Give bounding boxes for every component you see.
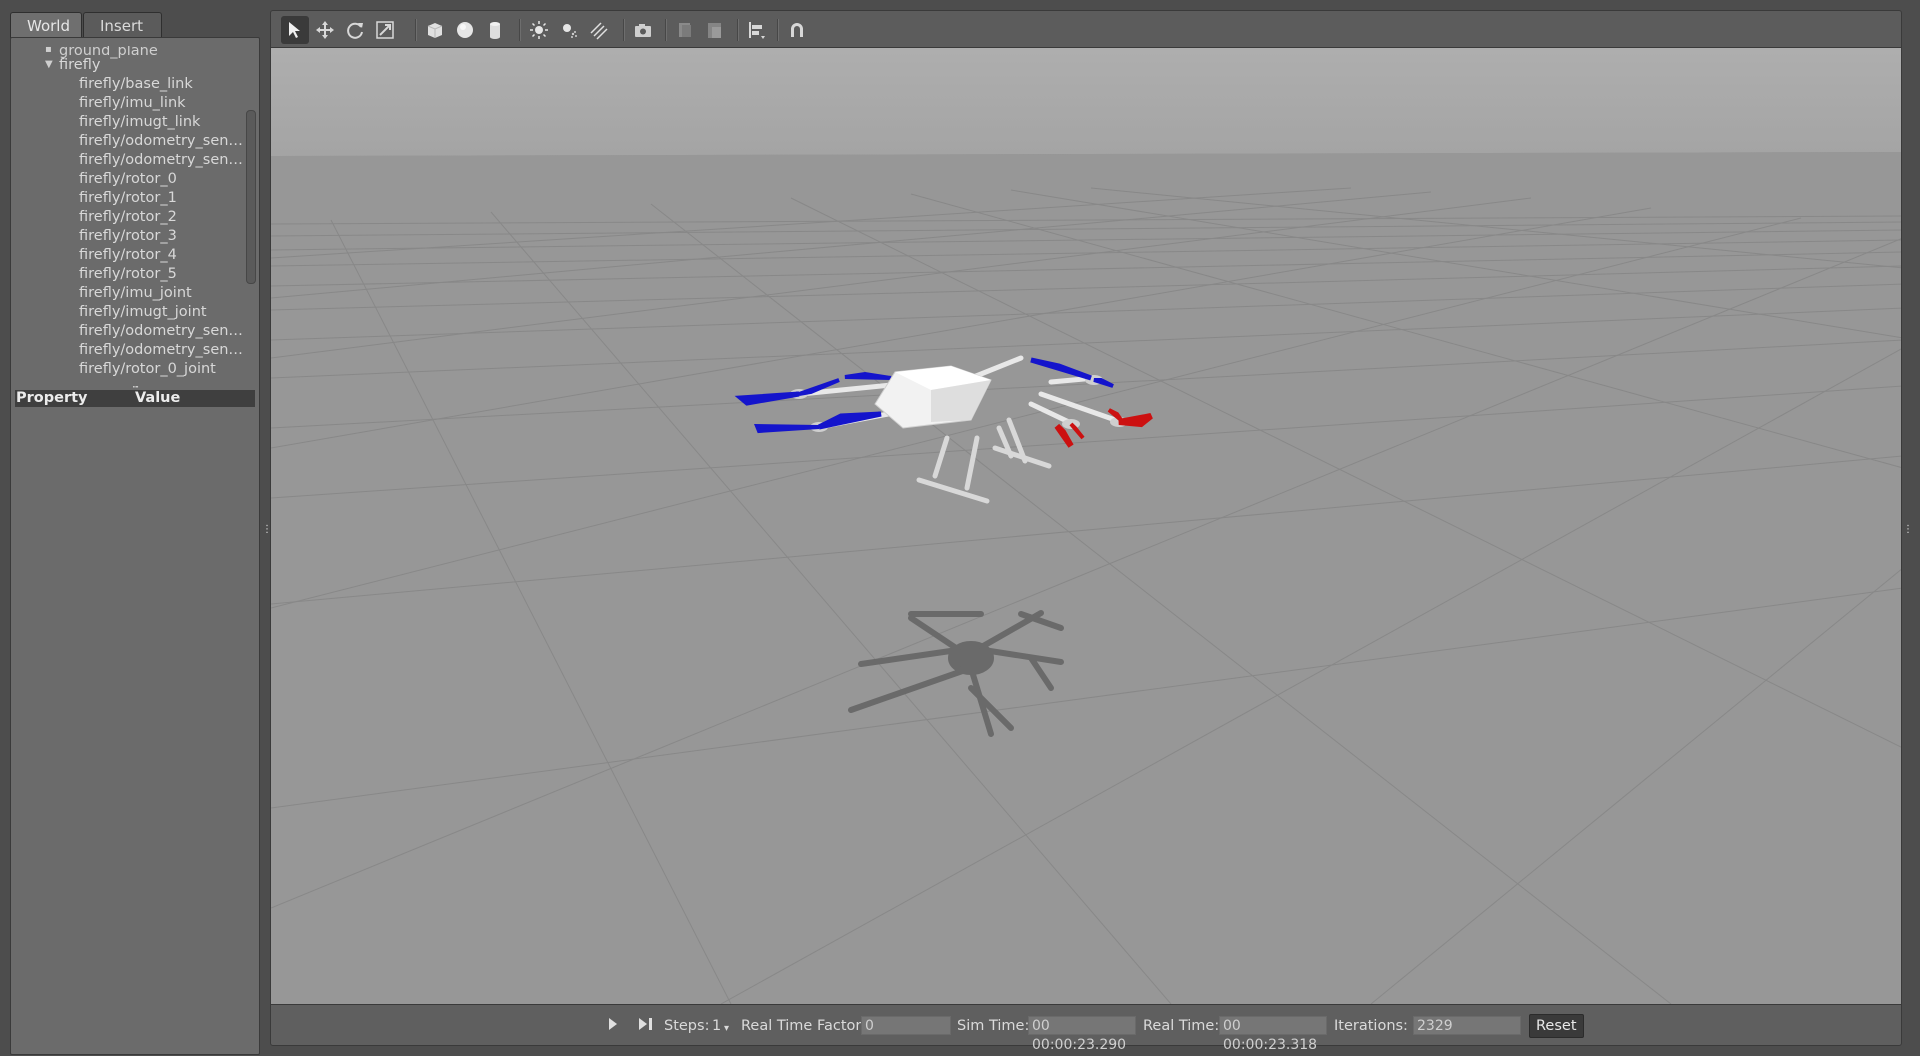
property-header: Property Value bbox=[15, 390, 255, 407]
iterations-label: Iterations: bbox=[1334, 1018, 1408, 1034]
iterations-field: 2329 bbox=[1413, 1016, 1521, 1035]
sim-time-label: Sim Time: bbox=[957, 1018, 1030, 1034]
tree-item[interactable]: firefly/rotor_4 bbox=[79, 246, 249, 265]
toolbar-separator bbox=[519, 19, 521, 41]
align-icon[interactable] bbox=[743, 16, 771, 44]
tree-item[interactable]: firefly/rotor_2 bbox=[79, 208, 249, 227]
left-panel: World Insert ground_plane ▪ ▼ firefly fi… bbox=[10, 10, 260, 1055]
real-time-label: Real Time: bbox=[1143, 1018, 1220, 1034]
copy-icon[interactable] bbox=[671, 16, 699, 44]
right-panel-grip-icon[interactable]: ⋮ bbox=[1903, 524, 1913, 535]
spot-light-icon[interactable] bbox=[555, 16, 583, 44]
3d-viewport[interactable] bbox=[270, 48, 1902, 1004]
magnet-icon[interactable] bbox=[783, 16, 811, 44]
tree-item[interactable]: firefly/rotor_5 bbox=[79, 265, 249, 284]
toolbar-separator bbox=[737, 19, 739, 41]
tree-item[interactable]: firefly/rotor_3 bbox=[79, 227, 249, 246]
box-icon[interactable] bbox=[421, 16, 449, 44]
tab-world[interactable]: World bbox=[10, 12, 82, 38]
collapse-arrow-icon[interactable]: ▪ bbox=[45, 46, 52, 55]
step-icon[interactable] bbox=[637, 1016, 655, 1036]
chevron-down-icon[interactable]: ▾ bbox=[724, 1019, 729, 1039]
cylinder-icon[interactable] bbox=[481, 16, 509, 44]
tree-item[interactable]: firefly/imu_link bbox=[79, 94, 249, 113]
value-column-header: Value bbox=[135, 390, 181, 406]
tree-item[interactable]: firefly/odometry_sen… bbox=[79, 341, 249, 360]
sim-time-field: 00 00:00:23.290 bbox=[1028, 1016, 1136, 1053]
tree-item[interactable]: firefly/odometry_sen… bbox=[79, 132, 249, 151]
rotate-icon[interactable] bbox=[341, 16, 369, 44]
tree-item[interactable]: firefly/rotor_0_joint bbox=[79, 360, 249, 379]
tree-item[interactable]: firefly/odometry_sen… bbox=[79, 151, 249, 170]
tree-item[interactable]: firefly/imu_joint bbox=[79, 284, 249, 303]
camera-icon[interactable] bbox=[629, 16, 657, 44]
paste-icon[interactable] bbox=[701, 16, 729, 44]
tree-scrollbar[interactable] bbox=[246, 110, 256, 284]
translate-icon[interactable] bbox=[311, 16, 339, 44]
tree-item[interactable]: firefly/rotor_0 bbox=[79, 170, 249, 189]
scene-render bbox=[271, 48, 1901, 1004]
toolbar-separator bbox=[665, 19, 667, 41]
tab-insert[interactable]: Insert bbox=[83, 12, 162, 38]
tree-item[interactable]: firefly/base_link bbox=[79, 75, 249, 94]
point-light-icon[interactable] bbox=[525, 16, 553, 44]
toolbar-separator bbox=[777, 19, 779, 41]
tree-item[interactable]: firefly/imugt_joint bbox=[79, 303, 249, 322]
tree-item[interactable]: firefly/imugt_link bbox=[79, 113, 249, 132]
status-bar: Steps: 1 ▾ Real Time Factor: 0 Sim Time:… bbox=[270, 1004, 1902, 1053]
directional-light-icon[interactable] bbox=[585, 16, 613, 44]
property-column-header: Property bbox=[16, 390, 88, 406]
steps-label: Steps: bbox=[664, 1018, 710, 1034]
model-tree: ground_plane ▪ ▼ firefly firefly/base_li… bbox=[11, 46, 251, 384]
real-time-field: 00 00:00:23.318 bbox=[1219, 1016, 1327, 1053]
toolbar bbox=[270, 10, 1902, 48]
tree-item[interactable]: firefly/rotor_1 bbox=[79, 189, 249, 208]
tree-item-firefly[interactable]: firefly bbox=[59, 56, 100, 75]
sphere-icon[interactable] bbox=[451, 16, 479, 44]
play-icon[interactable] bbox=[607, 1016, 619, 1036]
scale-icon[interactable] bbox=[371, 16, 399, 44]
ground-plane bbox=[271, 152, 1901, 1004]
toolbar-separator bbox=[623, 19, 625, 41]
select-arrow-icon[interactable] bbox=[281, 16, 309, 44]
world-panel: ground_plane ▪ ▼ firefly firefly/base_li… bbox=[10, 37, 260, 1055]
steps-value[interactable]: 1 bbox=[712, 1016, 721, 1036]
expand-arrow-icon[interactable]: ▼ bbox=[45, 59, 53, 70]
toolbar-separator bbox=[415, 19, 417, 41]
rtf-label: Real Time Factor: bbox=[741, 1018, 866, 1034]
reset-button[interactable]: Reset bbox=[1529, 1014, 1584, 1038]
sky bbox=[271, 48, 1901, 156]
tree-item[interactable]: firefly/odometry_sen… bbox=[79, 322, 249, 341]
rtf-field: 0 bbox=[861, 1016, 951, 1035]
main-area: ⋮ Steps: 1 ▾ Real Time Factor: 0 Sim Tim… bbox=[270, 10, 1913, 1053]
